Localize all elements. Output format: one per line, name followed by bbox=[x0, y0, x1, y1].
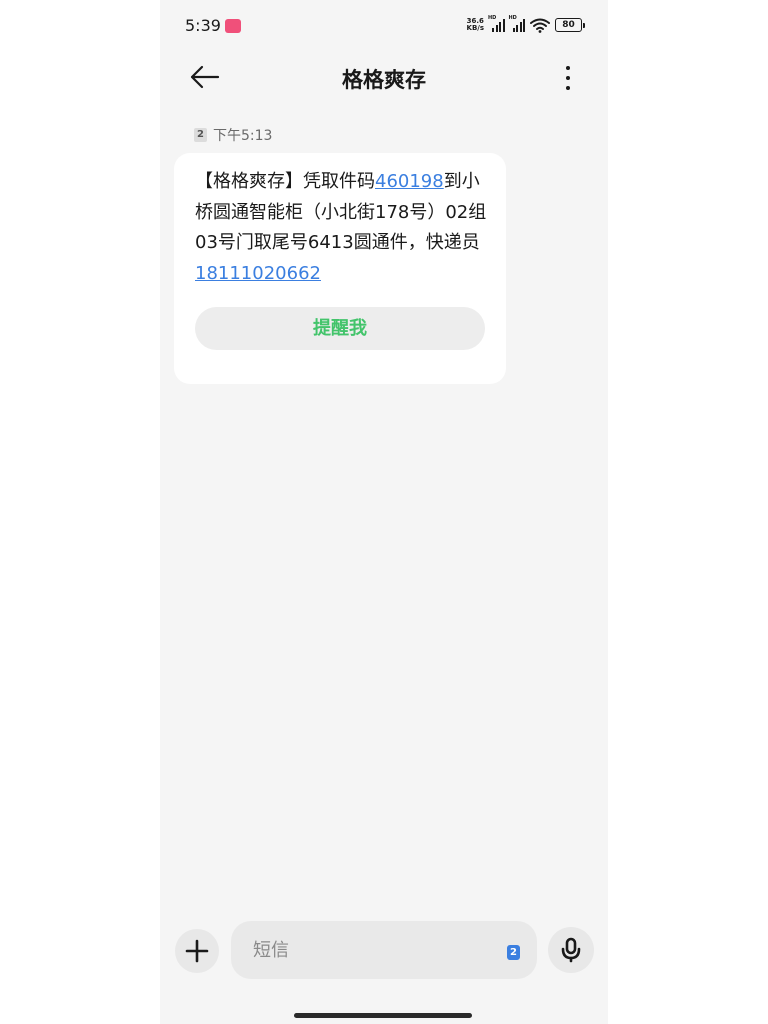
signal-hd-label: HD bbox=[508, 15, 517, 21]
signal-icon: HD bbox=[508, 15, 525, 32]
message-time: 下午5:13 bbox=[213, 128, 273, 144]
conversation-header: 格格爽存 bbox=[160, 54, 608, 100]
app-notification-icon bbox=[225, 19, 241, 33]
network-speed-unit: KB/s bbox=[466, 24, 484, 32]
sim-select-badge[interactable]: 2 bbox=[507, 945, 520, 960]
battery-level: 80 bbox=[562, 20, 575, 30]
status-icons: 36.6 KB/s HD HD 80 bbox=[467, 15, 585, 33]
conversation-title: 格格爽存 bbox=[342, 68, 426, 92]
more-options-button[interactable] bbox=[562, 65, 574, 91]
status-bar: 5:39 36.6 KB/s HD HD 80 bbox=[160, 0, 608, 54]
remind-me-button[interactable]: 提醒我 bbox=[195, 307, 485, 350]
message-meta: 2 下午5:13 bbox=[194, 125, 272, 145]
courier-phone-link[interactable]: 18111020662 bbox=[195, 263, 321, 284]
add-attachment-button[interactable] bbox=[175, 929, 219, 973]
signal-hd-label: HD bbox=[488, 15, 497, 21]
more-vertical-icon bbox=[566, 66, 570, 90]
voice-input-button[interactable] bbox=[548, 927, 594, 973]
battery-icon: 80 bbox=[555, 18, 585, 32]
message-bubble[interactable]: 【格格爽存】凭取件码460198到小桥圆通智能柜（小北街178号）02组03号门… bbox=[174, 153, 506, 384]
plus-icon bbox=[185, 939, 209, 963]
network-speed: 36.6 KB/s bbox=[467, 18, 484, 32]
sim-badge: 2 bbox=[194, 128, 207, 142]
microphone-icon bbox=[561, 937, 581, 963]
message-input-box: 2 bbox=[231, 921, 537, 979]
signal-icon: HD bbox=[488, 15, 505, 32]
wifi-icon bbox=[530, 18, 550, 33]
status-time: 5:39 bbox=[185, 16, 221, 35]
sms-input[interactable] bbox=[253, 938, 483, 962]
home-indicator[interactable] bbox=[294, 1013, 472, 1018]
pickup-code-link[interactable]: 460198 bbox=[375, 171, 444, 192]
phone-screen: 5:39 36.6 KB/s HD HD 80 格格爽存 2 下午5:13 【格… bbox=[160, 0, 608, 1024]
message-text-prefix: 【格格爽存】凭取件码 bbox=[195, 171, 375, 192]
message-text: 【格格爽存】凭取件码460198到小桥圆通智能柜（小北街178号）02组03号门… bbox=[195, 167, 488, 289]
